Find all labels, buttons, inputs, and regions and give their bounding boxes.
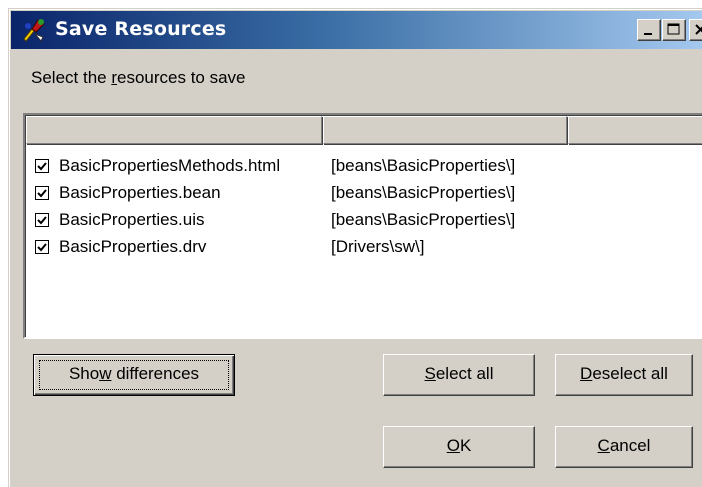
deselect-all-label: Deselect all bbox=[580, 364, 668, 383]
ok-label: OK bbox=[446, 436, 472, 455]
resource-path: [beans\BasicProperties\] bbox=[331, 156, 516, 175]
column-header-name[interactable] bbox=[26, 116, 322, 144]
resource-name: BasicProperties.drv bbox=[59, 237, 207, 256]
checkmark-icon bbox=[37, 243, 47, 252]
instruction-label: Select the resources to save bbox=[31, 68, 246, 88]
column-header-extra[interactable] bbox=[568, 116, 702, 144]
ok-button[interactable]: OK bbox=[383, 426, 535, 468]
resource-name: BasicProperties.uis bbox=[59, 210, 205, 229]
resource-checkbox[interactable] bbox=[35, 186, 49, 200]
resource-path: [beans\BasicProperties\] bbox=[331, 210, 516, 229]
save-resources-dialog: Save Resources Select the resources to s… bbox=[8, 8, 702, 487]
resources-list[interactable]: BasicPropertiesMethods.html [beans\Basic… bbox=[23, 113, 702, 339]
minimize-button[interactable] bbox=[637, 19, 661, 41]
minimize-icon bbox=[644, 33, 652, 35]
resource-name: BasicProperties.bean bbox=[59, 183, 221, 202]
checkmark-icon bbox=[37, 162, 47, 171]
show-differences-label: Show differences bbox=[68, 364, 200, 383]
show-differences-button[interactable]: Show differences bbox=[33, 354, 235, 396]
cancel-button[interactable]: Cancel bbox=[555, 426, 693, 468]
select-all-label: Select all bbox=[424, 364, 494, 383]
deselect-all-button[interactable]: Deselect all bbox=[555, 354, 693, 396]
resource-path: [Drivers\sw\] bbox=[331, 237, 425, 256]
app-icon bbox=[21, 17, 47, 43]
window-title: Save Resources bbox=[55, 18, 227, 40]
resource-checkbox[interactable] bbox=[35, 240, 49, 254]
resource-name: BasicPropertiesMethods.html bbox=[59, 156, 281, 175]
close-icon bbox=[695, 24, 702, 35]
instruction-text-before: Select the bbox=[31, 68, 112, 87]
select-all-button[interactable]: Select all bbox=[383, 354, 535, 396]
resource-path: [beans\BasicProperties\] bbox=[331, 183, 516, 202]
column-header-location[interactable] bbox=[323, 116, 567, 144]
close-button[interactable] bbox=[689, 19, 702, 41]
maximize-icon bbox=[667, 23, 680, 35]
checkmark-icon bbox=[37, 216, 47, 225]
title-bar[interactable]: Save Resources bbox=[11, 11, 702, 49]
checkmark-icon bbox=[37, 189, 47, 198]
resource-checkbox[interactable] bbox=[35, 213, 49, 227]
maximize-button[interactable] bbox=[662, 19, 686, 41]
instruction-text-after: esources to save bbox=[117, 68, 246, 87]
resource-checkbox[interactable] bbox=[35, 159, 49, 173]
cancel-label: Cancel bbox=[597, 436, 651, 455]
